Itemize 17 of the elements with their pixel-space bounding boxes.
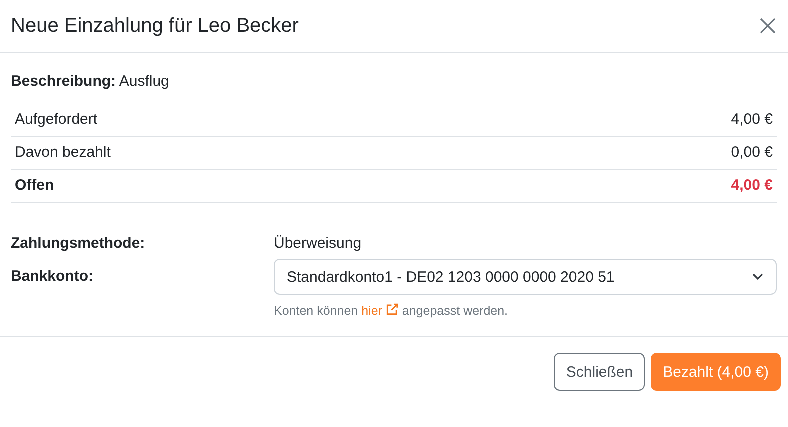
summary-amount: 0,00 € [731, 144, 773, 161]
close-dialog-button[interactable]: Schließen [554, 353, 646, 391]
summary-amount: 4,00 € [731, 111, 773, 128]
payment-method-value: Überweisung [274, 235, 362, 252]
field-label: Zahlungsmethode: [11, 235, 146, 252]
hint-text: Konten können hier angepasst werden. [274, 303, 510, 318]
field-label: Bankkonto: [11, 268, 94, 285]
description-text: Beschreibung: Ausflug [11, 73, 170, 90]
close-button[interactable] [758, 16, 778, 36]
summary-amount: 4,00 € [731, 177, 773, 194]
summary-label: Aufgefordert [15, 111, 98, 128]
summary-label: Offen [15, 177, 54, 194]
summary-label: Davon bezahlt [15, 144, 111, 161]
chevron-down-icon [752, 273, 764, 281]
dialog-title: Neue Einzahlung für Leo Becker [11, 14, 299, 38]
external-link-icon [386, 303, 399, 316]
bank-account-select[interactable]: Standardkonto1 - DE02 1203 0000 0000 2020 51 [274, 259, 777, 295]
